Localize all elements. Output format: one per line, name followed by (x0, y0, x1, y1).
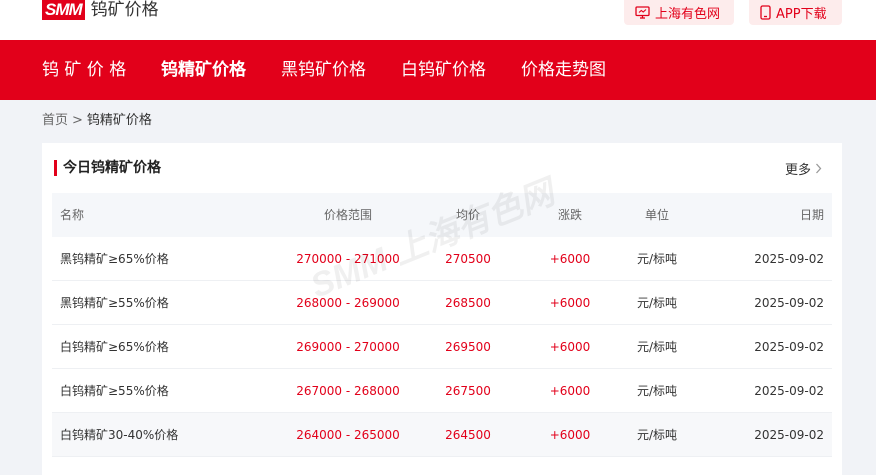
cell-change: +6000 (549, 384, 591, 398)
smm-site-label: 上海有色网 (655, 7, 721, 22)
cell-range: 264000 - 265000 (296, 428, 400, 442)
cell-date: 2025-09-02 (754, 296, 824, 310)
cell-change: +6000 (549, 296, 591, 310)
nav-item-wolframite[interactable]: 黑钨矿价格 (281, 40, 366, 100)
nav-item-scheelite[interactable]: 白钨矿价格 (401, 40, 486, 100)
table-row[interactable]: 白钨精矿≥55%价格 267000 - 268000 267500 +6000 … (52, 369, 832, 413)
nav-item-tungsten-concentrate[interactable]: 钨精矿价格 (161, 40, 246, 100)
app-download-label: APP下载 (776, 7, 827, 22)
cell-unit: 元/标吨 (636, 340, 678, 354)
col-header-name: 名称 (60, 208, 85, 222)
breadcrumb-separator: > (72, 113, 83, 128)
main-nav: 钨 矿 价 格 钨精矿价格 黑钨矿价格 白钨矿价格 价格走势图 (0, 40, 876, 100)
top-bar: SMM 钨矿价格 上海有色网 APP下载 (0, 0, 876, 40)
cell-name[interactable]: 白钨精矿≥65%价格 (60, 325, 169, 369)
more-link[interactable]: 更多 (785, 159, 822, 178)
cell-name[interactable]: 黑钨精矿≥65%价格 (60, 237, 169, 281)
cell-avg: 269500 (445, 340, 491, 354)
table-row[interactable]: 白钨精矿≥65%价格 269000 - 270000 269500 +6000 … (52, 325, 832, 369)
col-header-change: 涨跌 (557, 208, 582, 222)
monitor-icon (635, 6, 650, 19)
cell-avg: 270500 (445, 252, 491, 266)
card-title: 今日钨精矿价格 (54, 160, 161, 176)
cell-unit: 元/标吨 (636, 296, 678, 310)
cell-change: +6000 (549, 340, 591, 354)
nav-item-price-trend[interactable]: 价格走势图 (521, 40, 606, 100)
cell-date: 2025-09-02 (754, 340, 824, 354)
breadcrumb-current: 钨精矿价格 (86, 113, 152, 128)
cell-name[interactable]: 白钨精矿≥55%价格 (60, 369, 169, 413)
phone-icon (760, 5, 771, 20)
cell-name[interactable]: 白钨精矿30-40%价格 (60, 413, 178, 457)
col-header-unit: 单位 (644, 208, 669, 222)
cell-range: 270000 - 271000 (296, 252, 400, 266)
cell-unit: 元/标吨 (636, 384, 678, 398)
table-row[interactable]: 白钨精矿30-40%价格 264000 - 265000 264500 +600… (52, 413, 832, 457)
cell-unit: 元/标吨 (636, 428, 678, 442)
table-row[interactable]: 黑钨精矿≥55%价格 268000 - 269000 268500 +6000 … (52, 281, 832, 325)
site-logo[interactable]: SMM 钨矿价格 (42, 0, 159, 20)
more-label: 更多 (784, 163, 811, 178)
cell-date: 2025-09-02 (754, 252, 824, 266)
col-header-date: 日期 (799, 208, 824, 222)
cell-change: +6000 (549, 252, 591, 266)
breadcrumb: 首页 > 钨精矿价格 (42, 112, 152, 130)
smm-site-button[interactable]: 上海有色网 (624, 0, 734, 25)
cell-change: +6000 (549, 428, 591, 442)
breadcrumb-home[interactable]: 首页 (42, 113, 68, 128)
cell-range: 267000 - 268000 (296, 384, 400, 398)
price-table: 名称 价格范围 均价 涨跌 单位 日期 黑钨精矿≥65%价格 270000 - … (52, 193, 832, 457)
cell-avg: 268500 (445, 296, 491, 310)
cell-date: 2025-09-02 (754, 428, 824, 442)
col-header-avg: 均价 (455, 208, 480, 222)
cell-range: 269000 - 270000 (296, 340, 400, 354)
table-row[interactable]: 黑钨精矿≥65%价格 270000 - 271000 270500 +6000 … (52, 237, 832, 281)
table-header-row: 名称 价格范围 均价 涨跌 单位 日期 (52, 193, 832, 237)
cell-name[interactable]: 黑钨精矿≥55%价格 (60, 281, 169, 325)
chevron-right-icon (816, 163, 822, 174)
price-card: 今日钨精矿价格 更多 名称 价格范围 均价 涨跌 单位 日期 黑钨精矿≥65%价… (42, 143, 842, 475)
card-header: 今日钨精矿价格 更多 (42, 143, 842, 193)
col-header-range: 价格范围 (323, 208, 372, 222)
nav-item-tungsten-ore[interactable]: 钨 矿 价 格 (42, 40, 126, 100)
app-download-button[interactable]: APP下载 (749, 0, 842, 25)
cell-unit: 元/标吨 (636, 252, 678, 266)
cell-date: 2025-09-02 (754, 384, 824, 398)
cell-avg: 264500 (445, 428, 491, 442)
smm-logo-mark: SMM (42, 0, 85, 20)
logo-title: 钨矿价格 (90, 0, 159, 20)
cell-range: 268000 - 269000 (296, 296, 400, 310)
cell-avg: 267500 (445, 384, 491, 398)
